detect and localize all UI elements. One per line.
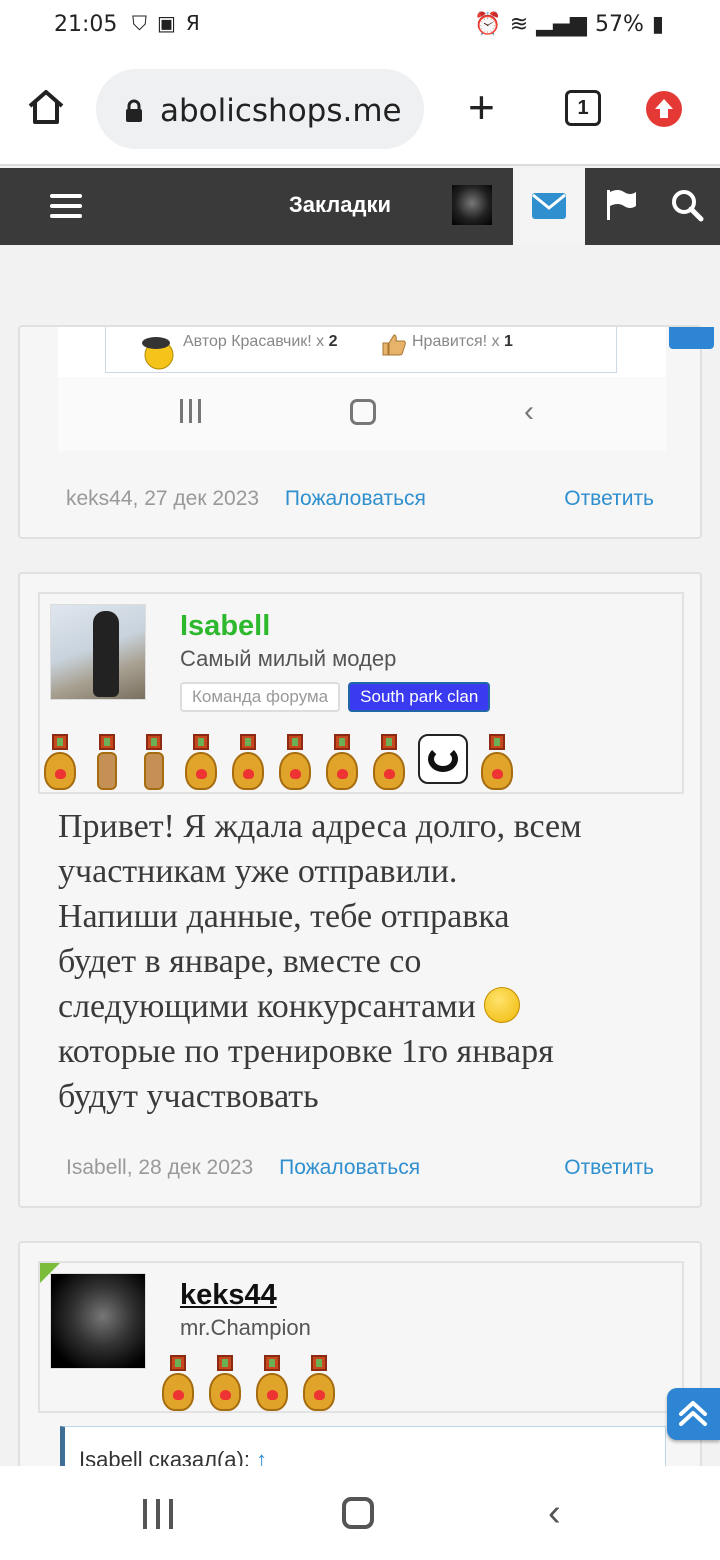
browser-toolbar: abolicshops.me + 1 bbox=[0, 54, 720, 166]
url-text: abolicshops.me bbox=[160, 93, 402, 129]
new-tab-icon[interactable]: + bbox=[468, 84, 495, 130]
reply-link[interactable]: Ответить bbox=[564, 487, 654, 511]
home-button-icon bbox=[350, 399, 376, 425]
post-card: Isabell Самый милый модер Команда форума… bbox=[18, 572, 702, 1208]
group-badge: South park clan bbox=[348, 682, 491, 712]
award-icon[interactable] bbox=[479, 734, 515, 792]
status-time: 21:05 bbox=[54, 12, 118, 37]
user-title: mr.Champion bbox=[180, 1315, 311, 1340]
rating-author-label: Автор Красавчик! x bbox=[183, 333, 325, 350]
award-list bbox=[42, 734, 515, 792]
rating-like-count: 1 bbox=[503, 333, 513, 350]
post-card: keks44 mr.Champion Isabell сказал(а): ↑ bbox=[18, 1241, 702, 1486]
recent-apps-icon bbox=[180, 399, 201, 423]
rating-author-count: 2 bbox=[328, 333, 338, 350]
menu-icon[interactable] bbox=[50, 194, 82, 224]
award-icon[interactable] bbox=[207, 1355, 243, 1413]
user-title: Самый милый модер bbox=[180, 646, 397, 671]
award-icon[interactable] bbox=[371, 734, 407, 792]
smiley-icon bbox=[484, 987, 521, 1023]
chevron-up-icon bbox=[669, 327, 714, 349]
user-info: keks44 mr.Champion bbox=[38, 1261, 684, 1413]
award-icon[interactable] bbox=[277, 734, 313, 792]
rating-like-label: Нравится! x bbox=[412, 333, 500, 350]
image-icon: ▣ bbox=[157, 11, 176, 35]
envelope-icon bbox=[531, 192, 567, 225]
award-icon[interactable] bbox=[230, 734, 266, 792]
post-card: Автор Красавчик! x 2 Нравится! x 1 ‹ kek… bbox=[18, 325, 714, 539]
award-list bbox=[160, 1355, 337, 1413]
battery-text: 57% bbox=[594, 12, 644, 37]
bear-smiley-icon bbox=[140, 333, 178, 371]
status-bar: 21:05 ⛉ ▣ Я ⏰ ≋ ▂▄▆ 57% ▮ bbox=[0, 0, 720, 54]
award-icon[interactable] bbox=[418, 734, 468, 784]
award-icon[interactable] bbox=[42, 734, 78, 792]
reply-link[interactable]: Ответить bbox=[564, 1156, 654, 1180]
award-icon[interactable] bbox=[301, 1355, 337, 1413]
tab-count-button[interactable]: 1 bbox=[565, 90, 601, 126]
scroll-top-button[interactable] bbox=[667, 1388, 720, 1440]
username[interactable]: keks44 bbox=[180, 1279, 277, 1312]
embedded-nav-bar: ‹ bbox=[58, 377, 666, 451]
search-icon[interactable] bbox=[670, 188, 704, 227]
lock-icon bbox=[124, 99, 144, 128]
post-author-date: Isabell, 28 дек 2023 bbox=[66, 1156, 254, 1179]
back-icon: ‹ bbox=[524, 395, 534, 428]
report-link[interactable]: Пожаловаться bbox=[279, 1156, 420, 1179]
avatar[interactable] bbox=[50, 1273, 146, 1369]
update-icon[interactable] bbox=[646, 91, 682, 127]
award-icon[interactable] bbox=[136, 734, 172, 792]
conversations-tab[interactable] bbox=[513, 168, 585, 245]
wifi-icon: ≋ bbox=[509, 12, 529, 37]
award-icon[interactable] bbox=[183, 734, 219, 792]
thumbs-up-icon bbox=[381, 333, 407, 362]
report-link[interactable]: Пожаловаться bbox=[285, 487, 426, 510]
username[interactable]: Isabell bbox=[180, 610, 270, 643]
back-icon[interactable]: ‹ bbox=[548, 1492, 561, 1535]
yandex-icon: Я bbox=[185, 11, 200, 35]
award-icon[interactable] bbox=[89, 734, 125, 792]
shield-icon: ⛉ bbox=[132, 11, 147, 35]
address-bar[interactable]: abolicshops.me bbox=[96, 69, 424, 149]
post-body: Привет! Я ждала адреса долго, всем участ… bbox=[58, 808, 582, 1115]
avatar[interactable] bbox=[50, 604, 146, 700]
alarm-icon: ⏰ bbox=[474, 12, 502, 37]
embedded-screenshot: Автор Красавчик! x 2 Нравится! x 1 ‹ bbox=[58, 327, 714, 451]
recent-apps-icon[interactable] bbox=[143, 1499, 173, 1529]
flag-icon[interactable] bbox=[604, 188, 638, 227]
award-icon[interactable] bbox=[160, 1355, 196, 1413]
home-button-icon[interactable] bbox=[342, 1497, 374, 1529]
system-nav-bar: ‹ bbox=[0, 1466, 720, 1560]
award-icon[interactable] bbox=[254, 1355, 290, 1413]
user-info: Isabell Самый милый модер Команда форума… bbox=[38, 592, 684, 794]
double-chevron-up-icon bbox=[679, 1401, 707, 1426]
bookmarks-link[interactable]: Закладки bbox=[289, 192, 391, 218]
home-icon[interactable] bbox=[26, 88, 66, 131]
post-author-date: keks44, 27 дек 2023 bbox=[66, 487, 260, 510]
battery-icon: ▮ bbox=[651, 12, 664, 37]
signal-icon: ▂▄▆ bbox=[536, 12, 587, 37]
user-avatar[interactable] bbox=[452, 185, 492, 225]
online-indicator bbox=[40, 1263, 60, 1283]
staff-badge: Команда форума bbox=[180, 682, 341, 712]
award-icon[interactable] bbox=[324, 734, 360, 792]
forum-navbar: Закладки bbox=[0, 168, 720, 245]
